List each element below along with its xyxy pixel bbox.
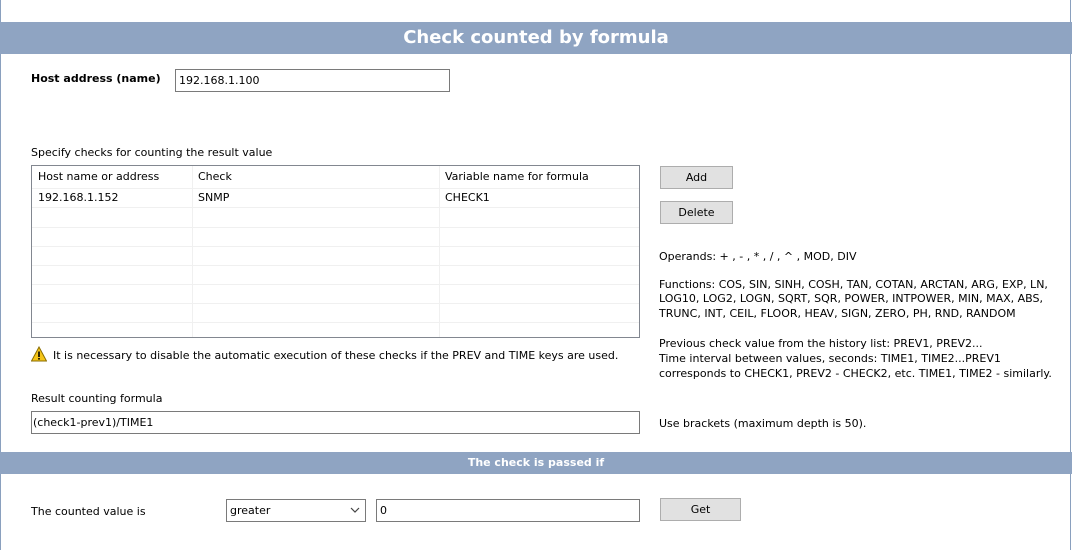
row-host: 192.168.1.152 — [38, 191, 119, 204]
table-row[interactable] — [32, 265, 639, 285]
checks-list-label: Specify checks for counting the result v… — [31, 146, 273, 159]
table-row[interactable] — [32, 246, 639, 266]
row-variable: CHECK1 — [445, 191, 490, 204]
functions-help-line-2: LOG10, LOG2, LOGN, SQRT, SQR, POWER, INT… — [659, 292, 1043, 305]
warning-icon — [31, 346, 47, 362]
table-row[interactable] — [32, 208, 639, 228]
table-row[interactable]: 192.168.1.152 SNMP CHECK1 — [32, 188, 639, 208]
table-row[interactable] — [32, 284, 639, 304]
pass-condition-header: The check is passed if — [0, 452, 1072, 474]
host-address-input[interactable]: 192.168.1.100 — [175, 69, 450, 92]
column-header-check[interactable]: Check — [192, 166, 439, 188]
history-help-line-2: Time interval between values, seconds: T… — [659, 352, 1001, 365]
counted-value-label: The counted value is — [31, 505, 146, 518]
comparison-select[interactable]: greater — [226, 499, 366, 522]
delete-button[interactable]: Delete — [660, 201, 733, 224]
operands-help: Operands: + , - , * , / , ^ , MOD, DIV — [659, 250, 857, 263]
table-row[interactable] — [32, 322, 639, 337]
brackets-help: Use brackets (maximum depth is 50). — [659, 417, 867, 430]
formula-input[interactable]: (check1-prev1)/TIME1 — [31, 411, 640, 434]
comparison-selected-value: greater — [230, 504, 271, 517]
functions-help-line-3: TRUNC, INT, CEIL, FLOOR, HEAV, SIGN, ZER… — [659, 307, 1016, 320]
table-row[interactable] — [32, 303, 639, 323]
add-button[interactable]: Add — [660, 166, 733, 189]
threshold-input[interactable]: 0 — [376, 499, 640, 522]
functions-help-line-1: Functions: COS, SIN, SINH, COSH, TAN, CO… — [659, 278, 1048, 291]
host-address-label: Host address (name) — [31, 72, 161, 85]
table-header-row: Host name or address Check Variable name… — [32, 166, 639, 189]
page-title: Check counted by formula — [0, 22, 1072, 54]
checks-table[interactable]: Host name or address Check Variable name… — [31, 165, 640, 338]
row-check: SNMP — [198, 191, 230, 204]
history-help-line-3: corresponds to CHECK1, PREV2 - CHECK2, e… — [659, 367, 1052, 380]
table-row[interactable] — [32, 227, 639, 247]
column-header-variable[interactable]: Variable name for formula — [439, 166, 639, 188]
formula-label: Result counting formula — [31, 392, 163, 405]
history-help-line-1: Previous check value from the history li… — [659, 337, 983, 350]
warning-text: It is necessary to disable the automatic… — [53, 349, 619, 362]
chevron-down-icon — [350, 507, 360, 513]
column-header-host[interactable]: Host name or address — [32, 166, 192, 188]
get-button[interactable]: Get — [660, 498, 741, 521]
